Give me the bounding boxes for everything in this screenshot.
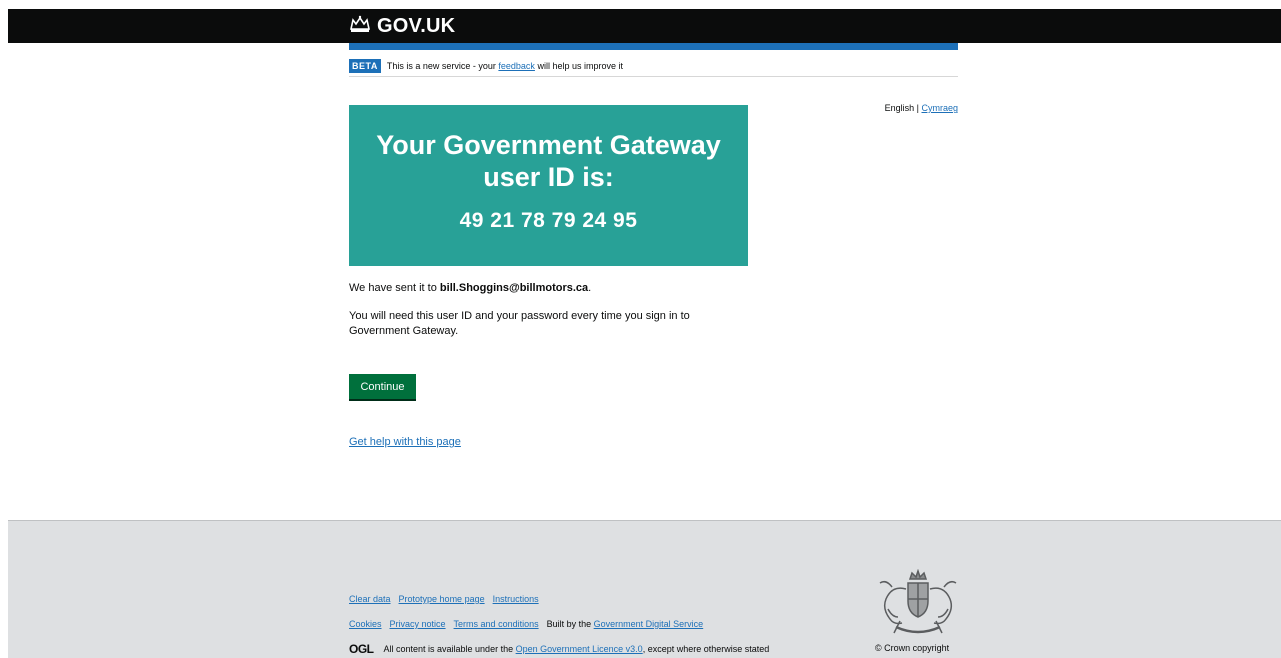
logo-text: GOV.UK bbox=[377, 14, 456, 37]
feedback-link[interactable]: feedback bbox=[498, 61, 535, 71]
footer-link-ogl[interactable]: Open Government Licence v3.0 bbox=[516, 644, 643, 654]
sent-prefix: We have sent it to bbox=[349, 282, 437, 294]
footer-link-cookies[interactable]: Cookies bbox=[349, 619, 382, 629]
banner-text-after: will help us improve it bbox=[537, 60, 623, 71]
licence-text: All content is available under the Open … bbox=[384, 644, 770, 654]
sent-to-text: We have sent it to bill.Shoggins@billmot… bbox=[349, 281, 591, 296]
licence-prefix: All content is available under the bbox=[383, 644, 514, 654]
site-header: GOV.UK bbox=[8, 9, 1281, 43]
built-by-prefix: Built by the bbox=[546, 619, 592, 629]
footer-link-gds[interactable]: Government Digital Service bbox=[594, 619, 704, 629]
confirmation-panel: Your Government Gateway user ID is: 49 2… bbox=[349, 105, 748, 266]
beta-tag: BETA bbox=[349, 58, 381, 73]
panel-title: Your Government Gateway user ID is: bbox=[376, 130, 721, 192]
footer-link-instructions[interactable]: Instructions bbox=[493, 594, 539, 604]
email-address: bill.Shoggins@billmotors.ca bbox=[439, 282, 589, 294]
sent-suffix: . bbox=[588, 282, 592, 294]
header-accent-bar bbox=[349, 43, 958, 50]
footer-link-terms[interactable]: Terms and conditions bbox=[454, 619, 539, 629]
footer-link-clear-data[interactable]: Clear data bbox=[349, 594, 391, 604]
built-by-text: Built by the Government Digital Service bbox=[547, 619, 704, 629]
crown-copyright-link[interactable]: © Crown copyright bbox=[875, 643, 949, 653]
language-separator: | bbox=[916, 103, 919, 113]
footer-link-privacy[interactable]: Privacy notice bbox=[390, 619, 446, 629]
continue-button[interactable]: Continue bbox=[349, 374, 416, 399]
get-help-link[interactable]: Get help with this page bbox=[349, 436, 461, 448]
footer-prototype-links: Clear data Prototype home page Instructi… bbox=[349, 594, 539, 604]
language-cymraeg-link[interactable]: Cymraeg bbox=[921, 103, 958, 113]
language-current: English bbox=[884, 103, 915, 113]
footer-licence: OGL All content is available under the O… bbox=[349, 642, 769, 656]
footer-link-prototype-home[interactable]: Prototype home page bbox=[399, 594, 485, 604]
govuk-logo-link[interactable]: GOV.UK bbox=[349, 14, 455, 38]
banner-text-before: This is a new service - your bbox=[386, 60, 496, 71]
top-strip bbox=[0, 0, 1281, 9]
site-footer: Clear data Prototype home page Instructi… bbox=[8, 520, 1281, 658]
phase-banner: BETA This is a new service - your feedba… bbox=[349, 55, 958, 77]
user-id-value: 49 21 78 79 24 95 bbox=[459, 209, 638, 232]
user-id-note: You will need this user ID and your pass… bbox=[349, 310, 690, 337]
footer-meta-links: Cookies Privacy notice Terms and conditi… bbox=[349, 619, 703, 629]
crown-icon bbox=[349, 15, 371, 38]
ogl-logo-icon: OGL bbox=[349, 642, 374, 656]
licence-suffix: , except where otherwise stated bbox=[642, 644, 770, 654]
royal-coat-of-arms-icon bbox=[876, 568, 960, 639]
language-toggle: English | Cymraeg bbox=[885, 103, 958, 113]
